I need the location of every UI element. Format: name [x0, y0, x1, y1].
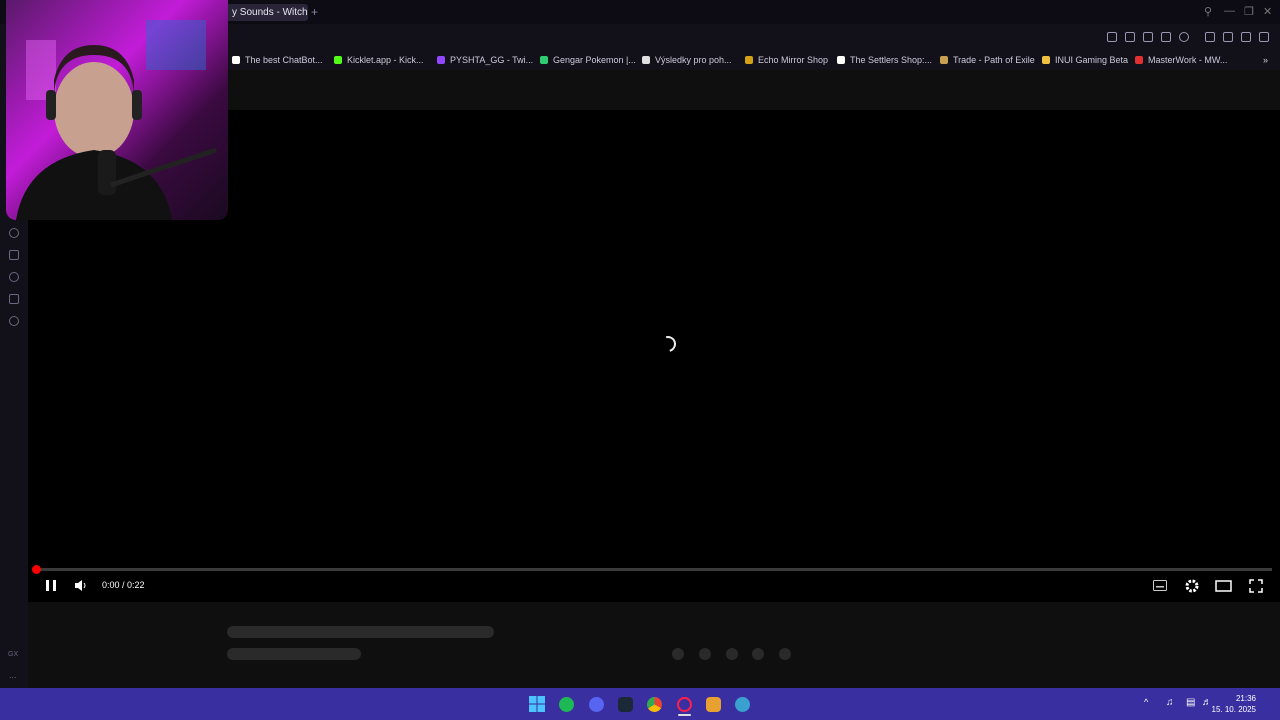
streamer-silhouette	[16, 20, 217, 220]
bookmark-label: Echo Mirror Shop	[758, 55, 829, 65]
time-display: 0:00 / 0:22	[102, 580, 145, 590]
action-placeholder	[752, 648, 764, 660]
pin-icon[interactable]	[1107, 32, 1117, 42]
video-info-area	[28, 602, 1280, 688]
player-controls	[28, 573, 1280, 601]
heart-icon[interactable]	[1179, 32, 1189, 42]
action-placeholder	[672, 648, 684, 660]
bookmark-label: Trade - Path of Exile	[953, 55, 1035, 65]
action-placeholder	[779, 648, 791, 660]
clock-date: 15. 10. 2025	[1211, 705, 1256, 714]
sidebar-add-icon[interactable]	[9, 228, 19, 238]
sidebar-pin-icon[interactable]	[9, 250, 19, 260]
bookmark-favicon-icon	[437, 56, 445, 64]
bookmark-item[interactable]: Kicklet.app - Kick...	[334, 55, 424, 65]
bookmarks-overflow-icon[interactable]: »	[1263, 55, 1268, 65]
active-app-indicator	[678, 714, 691, 716]
discord-icon[interactable]	[589, 697, 604, 712]
bookmark-favicon-icon	[540, 56, 548, 64]
microphone-icon[interactable]: ♫	[1166, 697, 1174, 708]
search-tabs-icon[interactable]: ⚲	[1204, 5, 1212, 18]
sidebar-extensions-icon[interactable]	[9, 294, 19, 304]
bookmark-item[interactable]: Gengar Pokemon |...	[540, 55, 636, 65]
app-icon[interactable]	[706, 697, 721, 712]
spotify-icon[interactable]	[559, 697, 574, 712]
bookmark-item[interactable]: MasterWork - MW...	[1135, 55, 1227, 65]
windows-start-icon[interactable]	[529, 696, 545, 712]
bookmark-item[interactable]: The best ChatBot...	[232, 55, 323, 65]
new-tab-button[interactable]: +	[311, 5, 318, 19]
play-icon[interactable]	[1161, 32, 1171, 42]
progress-bar[interactable]	[32, 565, 1272, 574]
theater-mode-icon[interactable]	[1215, 580, 1232, 592]
channel-placeholder	[227, 648, 361, 660]
bookmark-label: Gengar Pokemon |...	[553, 55, 636, 65]
active-tab[interactable]: y Sounds - Witch's	[222, 4, 308, 21]
opera-gx-icon[interactable]	[677, 697, 692, 712]
bookmark-label: Kicklet.app - Kick...	[347, 55, 424, 65]
bookmark-label: Výsledky pro poh...	[655, 55, 732, 65]
settings-gear-icon[interactable]	[1185, 579, 1199, 593]
tray-chevron-icon[interactable]: ^	[1144, 697, 1148, 707]
close-icon[interactable]: ✕	[1263, 5, 1272, 18]
bookmark-item[interactable]: Trade - Path of Exile	[940, 55, 1035, 65]
bookmark-label: The Settlers Shop:...	[850, 55, 933, 65]
speaker-icon[interactable]: ♬	[1202, 697, 1212, 708]
extensions-icon[interactable]	[1205, 32, 1215, 42]
bookmark-item[interactable]: Výsledky pro poh...	[642, 55, 732, 65]
menu-icon[interactable]	[1259, 32, 1269, 42]
sidebar-settings-icon[interactable]	[9, 316, 19, 326]
bookmark-favicon-icon	[1135, 56, 1143, 64]
download-icon[interactable]	[1241, 32, 1251, 42]
sidebar-gx-label[interactable]: GX	[8, 651, 18, 658]
windows-taskbar	[0, 688, 1280, 720]
action-placeholder	[699, 648, 711, 660]
bookmark-label: MasterWork - MW...	[1148, 55, 1228, 65]
screenshot-icon[interactable]	[1125, 32, 1135, 42]
subtitles-icon[interactable]	[1153, 580, 1167, 591]
bookmark-favicon-icon	[642, 56, 650, 64]
bookmark-label: INUI Gaming Beta	[1055, 55, 1129, 65]
browser-sidebar	[0, 220, 28, 690]
bookmark-item[interactable]: The Settlers Shop:...	[837, 55, 932, 65]
bookmark-favicon-icon	[837, 56, 845, 64]
globe-app-icon[interactable]	[735, 697, 750, 712]
network-icon[interactable]: ▤	[1186, 697, 1195, 708]
webcam-overlay	[6, 0, 228, 220]
shield-icon[interactable]	[1143, 32, 1153, 42]
pause-icon[interactable]	[45, 579, 57, 592]
bookmark-item[interactable]: PYSHTA_GG - Twi...	[437, 55, 533, 65]
volume-icon[interactable]	[74, 579, 87, 592]
bookmark-favicon-icon	[1042, 56, 1050, 64]
bookmark-favicon-icon	[232, 56, 240, 64]
bookmark-label: PYSHTA_GG - Twi...	[450, 55, 534, 65]
bookmark-item[interactable]: Echo Mirror Shop	[745, 55, 828, 65]
bookmark-favicon-icon	[334, 56, 342, 64]
bookmark-favicon-icon	[940, 56, 948, 64]
bookmark-item[interactable]: INUI Gaming Beta	[1042, 55, 1128, 65]
clock-time: 21:36	[1235, 694, 1256, 703]
minimize-icon[interactable]: —	[1224, 5, 1235, 17]
taskbar-clock[interactable]: 21:36 15. 10. 2025	[1212, 693, 1256, 715]
sidebar-more-icon[interactable]: ...	[9, 670, 17, 680]
bookmark-label: The best ChatBot...	[245, 55, 323, 65]
restore-icon[interactable]: ❐	[1244, 5, 1254, 18]
steam-icon[interactable]	[618, 697, 633, 712]
sidebar-history-icon[interactable]	[9, 272, 19, 282]
bookmark-favicon-icon	[745, 56, 753, 64]
wallet-icon[interactable]	[1223, 32, 1233, 42]
fullscreen-icon[interactable]	[1249, 579, 1263, 593]
action-placeholder	[726, 648, 738, 660]
title-placeholder	[227, 626, 494, 638]
chrome-icon[interactable]	[647, 697, 662, 712]
